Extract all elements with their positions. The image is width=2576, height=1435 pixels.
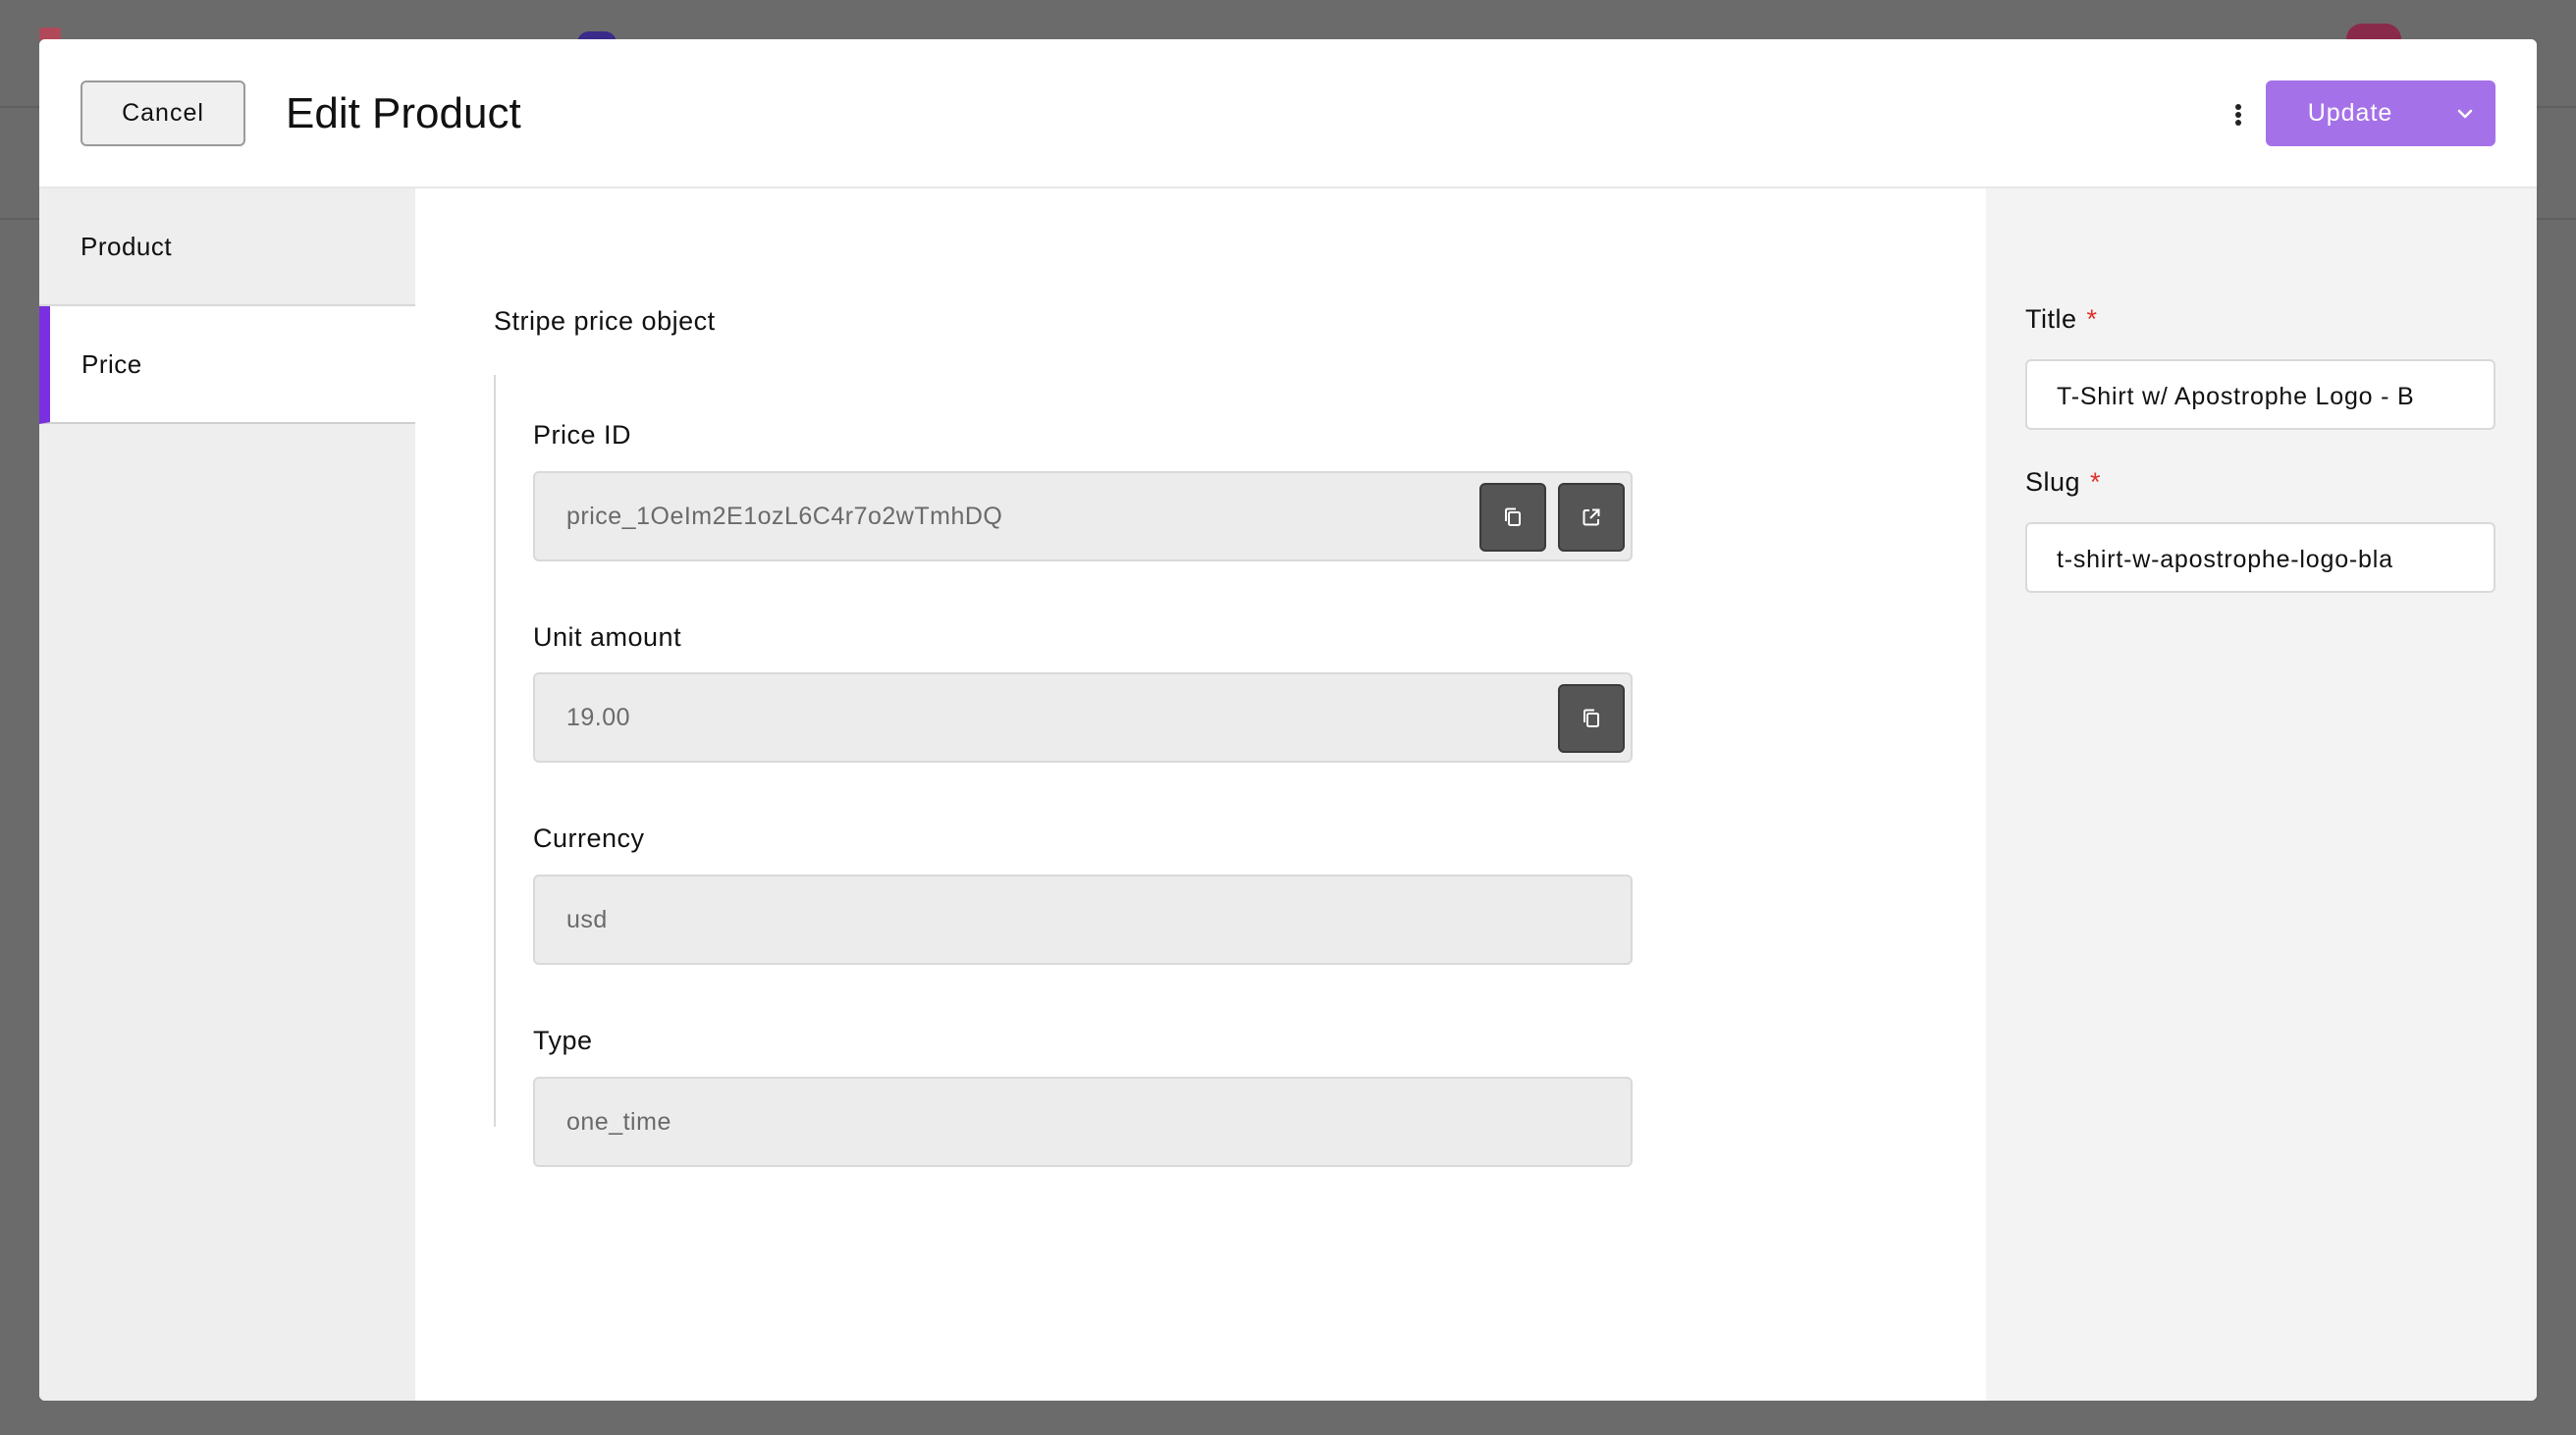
currency-field[interactable]: usd — [533, 875, 1633, 965]
tab-label: Price — [81, 348, 142, 379]
page-title: Edit Product — [286, 89, 521, 137]
currency-value: usd — [566, 906, 608, 933]
cancel-button[interactable]: Cancel — [80, 80, 245, 146]
modal-header: Cancel Edit Product Update — [39, 39, 2537, 188]
update-dropdown-toggle[interactable] — [2435, 80, 2496, 146]
type-value: one_time — [566, 1108, 671, 1136]
type-label: Type — [533, 1026, 593, 1055]
type-field[interactable]: one_time — [533, 1077, 1633, 1167]
slug-input[interactable]: t-shirt-w-apostrophe-logo-bla — [2025, 522, 2496, 593]
copy-icon — [1583, 709, 1599, 727]
title-input[interactable]: T-Shirt w/ Apostrophe Logo - B — [2025, 359, 2496, 430]
unit-amount-field[interactable]: 19.00 — [533, 672, 1633, 763]
background-user-avatar — [2346, 24, 2401, 39]
price-id-field[interactable]: price_1OeIm2E1ozL6C4r7o2wTmhDQ — [533, 471, 1633, 561]
section-divider — [494, 375, 496, 1127]
sidebar: Product Price — [39, 188, 415, 1401]
open-in-stripe-button[interactable] — [1558, 483, 1625, 552]
update-button[interactable]: Update — [2266, 80, 2435, 146]
price-id-value: price_1OeIm2E1ozL6C4r7o2wTmhDQ — [566, 503, 1003, 530]
required-indicator: * — [2086, 304, 2098, 334]
tab-label: Product — [80, 231, 173, 261]
main-content: Stripe price object Price ID price_1OeIm… — [415, 188, 1986, 1401]
more-vertical-icon[interactable] — [2227, 100, 2249, 130]
title-label-text: Title — [2025, 304, 2077, 334]
slug-label-text: Slug — [2025, 467, 2081, 497]
unit-amount-label: Unit amount — [533, 622, 682, 652]
currency-label: Currency — [533, 824, 645, 853]
chevron-down-icon — [2457, 109, 2473, 118]
unit-amount-value: 19.00 — [566, 704, 631, 731]
title-input-value: T-Shirt w/ Apostrophe Logo - B — [2057, 383, 2415, 410]
copy-icon — [1505, 507, 1521, 526]
edit-product-modal: Cancel Edit Product Update Product Price… — [39, 39, 2537, 1401]
update-button-group: Update — [2266, 80, 2496, 146]
section-title: Stripe price object — [494, 306, 716, 336]
required-indicator: * — [2090, 467, 2102, 497]
copy-price-id-button[interactable] — [1479, 483, 1546, 552]
external-link-icon — [1583, 508, 1600, 526]
right-panel: Title * T-Shirt w/ Apostrophe Logo - B Sl… — [1986, 188, 2537, 1401]
tab-price[interactable]: Price — [39, 306, 415, 424]
slug-input-value: t-shirt-w-apostrophe-logo-bla — [2057, 546, 2393, 573]
price-id-label: Price ID — [533, 420, 632, 450]
copy-unit-amount-button[interactable] — [1558, 684, 1625, 753]
title-label: Title * — [2025, 304, 2098, 335]
tab-product[interactable]: Product — [39, 188, 415, 306]
slug-label: Slug * — [2025, 467, 2101, 498]
